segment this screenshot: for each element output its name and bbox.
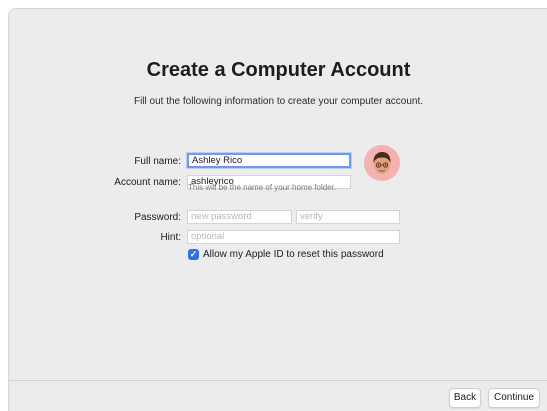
full-name-label: Full name: [134, 156, 181, 167]
memoji-avatar-icon[interactable] [364, 145, 400, 181]
continue-button[interactable]: Continue [488, 388, 540, 408]
footer-divider [9, 380, 547, 381]
full-name-field[interactable]: Ashley Rico [187, 153, 351, 168]
hint-field[interactable]: optional [187, 230, 400, 244]
setup-assistant-window: Create a Computer Account Fill out the f… [8, 8, 547, 411]
page-title: Create a Computer Account [146, 59, 411, 81]
apple-id-reset-checkbox[interactable]: ✓ [188, 249, 199, 260]
account-name-hint: This will be the name of your home folde… [188, 183, 337, 192]
hint-label: Hint: [160, 232, 181, 243]
back-button[interactable]: Back [449, 388, 481, 408]
password-label: Password: [134, 212, 181, 223]
apple-id-reset-label[interactable]: Allow my Apple ID to reset this password [203, 249, 384, 260]
account-name-label: Account name: [114, 177, 181, 188]
verify-password-field[interactable]: verify [296, 210, 400, 224]
checkmark-icon: ✓ [189, 249, 198, 259]
password-field[interactable]: new password [187, 210, 292, 224]
page-subtitle: Fill out the following information to cr… [133, 96, 424, 107]
